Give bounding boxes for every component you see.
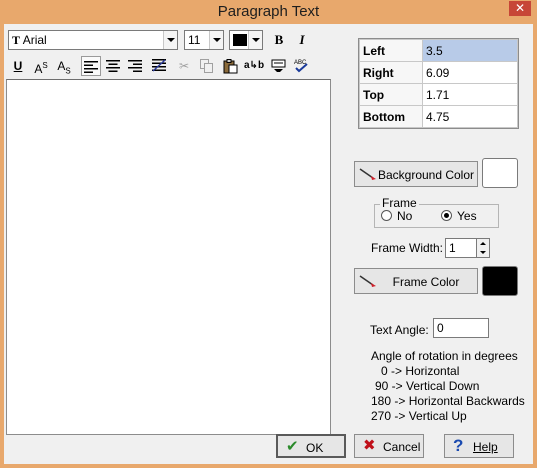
font-size-value: 11	[188, 33, 201, 47]
frame-yes-radio[interactable]	[441, 210, 452, 221]
margin-label-left: Left	[359, 39, 423, 62]
paste-button[interactable]	[220, 56, 240, 76]
margin-value-right[interactable]: 6.09	[422, 61, 518, 84]
underline-button[interactable]: U	[8, 56, 28, 76]
font-color-combo[interactable]	[229, 30, 263, 50]
justify-icon	[152, 59, 166, 72]
help-label: Help	[473, 440, 498, 454]
margins-table: Left 3.5 Right 6.09 Top 1.71 Bottom 4.75	[358, 38, 519, 129]
window-title: Paragraph Text	[217, 3, 320, 20]
cut-button[interactable]: ✂	[174, 56, 194, 76]
paragraph-text-editor[interactable]	[6, 79, 331, 435]
angle-help-line: 270 -> Vertical Up	[371, 409, 467, 423]
justify-button[interactable]	[149, 56, 169, 76]
clipboard-icon	[223, 59, 237, 74]
background-color-label: Background Color	[377, 168, 475, 182]
align-center-button[interactable]	[103, 56, 123, 76]
stamp-icon	[271, 59, 285, 72]
superscript-button[interactable]: AS	[31, 56, 51, 76]
chevron-down-icon[interactable]	[209, 31, 223, 49]
font-name-combo[interactable]: T Arial	[8, 30, 178, 50]
subscript-icon: AS	[57, 59, 71, 76]
align-left-button[interactable]	[81, 56, 101, 76]
align-left-icon	[84, 61, 98, 73]
find-replace-button[interactable]: a↳b	[244, 56, 264, 76]
font-color-swatch	[233, 34, 247, 46]
margin-value-left[interactable]: 3.5	[422, 39, 518, 62]
spin-up-icon[interactable]	[480, 242, 486, 245]
table-row: Top 1.71	[359, 83, 518, 106]
truetype-icon: T	[12, 33, 21, 47]
background-color-button[interactable]: Background Color	[354, 161, 478, 187]
angle-help-line: 90 -> Vertical Down	[375, 379, 480, 393]
angle-help-line: 180 -> Horizontal Backwards	[371, 394, 525, 408]
superscript-icon: AS	[34, 61, 48, 76]
text-angle-input[interactable]: 0	[433, 318, 489, 338]
align-center-icon	[106, 60, 120, 72]
margin-value-bottom[interactable]: 4.75	[422, 105, 518, 128]
font-size-combo[interactable]: 11	[184, 30, 224, 50]
text-angle-label: Text Angle:	[370, 323, 429, 337]
frame-groupbox: Frame No Yes	[374, 196, 499, 228]
margin-label-right: Right	[359, 61, 423, 84]
copy-icon	[199, 59, 213, 73]
spell-check-button[interactable]: ABC	[291, 56, 311, 76]
angle-help-title: Angle of rotation in degrees	[371, 349, 518, 363]
frame-group-label: Frame	[380, 196, 419, 210]
table-row: Right 6.09	[359, 61, 518, 84]
margin-label-bottom: Bottom	[359, 105, 423, 128]
ok-label: OK	[306, 441, 324, 455]
title-bar[interactable]: Paragraph Text ✕	[0, 0, 537, 24]
frame-yes-label: Yes	[457, 209, 477, 223]
spin-down-icon[interactable]	[480, 251, 486, 254]
font-name-value: T Arial	[12, 33, 47, 47]
checkmark-icon: ✔	[286, 438, 299, 455]
margin-value-top[interactable]: 1.71	[422, 83, 518, 106]
chevron-down-icon[interactable]	[163, 31, 177, 49]
subscript-button[interactable]: AS	[54, 56, 74, 76]
help-button[interactable]: ? Help	[444, 434, 514, 458]
align-right-button[interactable]	[125, 56, 145, 76]
frame-no-radio[interactable]	[381, 210, 392, 221]
find-replace-icon: a↳b	[244, 60, 265, 71]
copy-button[interactable]	[196, 56, 216, 76]
bold-button[interactable]: B	[269, 30, 289, 50]
insert-symbol-button[interactable]	[268, 56, 288, 76]
italic-button[interactable]: I	[292, 30, 312, 50]
help-question-icon: ?	[453, 436, 464, 455]
close-button[interactable]: ✕	[509, 1, 531, 16]
cancel-button[interactable]: ✖ Cancel	[354, 434, 424, 458]
frame-color-button[interactable]: Frame Color	[354, 268, 478, 294]
cancel-label: Cancel	[383, 440, 421, 454]
frame-color-label: Frame Color	[392, 275, 460, 289]
table-row: Bottom 4.75	[359, 105, 518, 128]
paragraph-text-dialog: Paragraph Text ✕ T Arial 11 B I U AS AS	[0, 0, 537, 468]
close-icon: ✕	[514, 1, 526, 15]
frame-no-label: No	[397, 209, 413, 223]
spell-check-icon: ABC	[294, 60, 308, 73]
paint-pen-icon	[359, 168, 376, 180]
frame-width-input[interactable]: 1	[445, 238, 477, 258]
frame-width-label: Frame Width:	[371, 241, 444, 255]
margin-label-top: Top	[359, 83, 423, 106]
align-right-icon	[128, 60, 142, 72]
frame-width-spinner[interactable]	[476, 238, 490, 258]
paint-pen-icon	[359, 275, 376, 287]
dialog-client-area: T Arial 11 B I U AS AS ✂ a↳b ABC Left 3.…	[4, 24, 533, 464]
table-row: Left 3.5	[359, 39, 518, 62]
scissors-icon: ✂	[178, 59, 190, 73]
frame-color-swatch[interactable]	[482, 266, 518, 296]
x-mark-icon: ✖	[363, 437, 376, 454]
background-color-swatch[interactable]	[482, 158, 518, 188]
ok-button[interactable]: ✔ OK	[276, 434, 346, 458]
angle-help-line: 0 -> Horizontal	[381, 364, 460, 378]
chevron-down-icon[interactable]	[248, 31, 262, 49]
